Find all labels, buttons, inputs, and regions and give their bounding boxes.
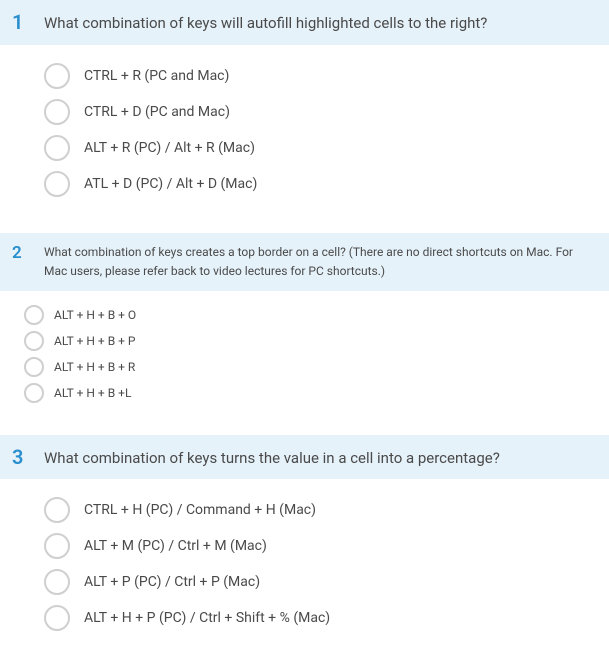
radio-icon[interactable]: [44, 497, 70, 523]
option-row[interactable]: ALT + H + P (PC) / Ctrl + Shift + % (Mac…: [44, 605, 609, 631]
radio-icon[interactable]: [44, 171, 70, 197]
option-label: ALT + H + B + P: [54, 334, 136, 348]
radio-icon[interactable]: [24, 331, 44, 351]
radio-icon[interactable]: [24, 357, 44, 377]
question-number: 2: [0, 243, 44, 263]
option-label: ALT + H + B + O: [54, 308, 136, 322]
radio-icon[interactable]: [44, 99, 70, 125]
question-header: 3What combination of keys turns the valu…: [0, 435, 609, 480]
option-label: ATL + D (PC) / Alt + D (Mac): [84, 176, 257, 192]
option-row[interactable]: ALT + H + B + R: [24, 357, 609, 377]
question-text: What combination of keys will autofill h…: [44, 10, 493, 35]
option-label: ALT + R (PC) / Alt + R (Mac): [84, 140, 255, 156]
radio-icon[interactable]: [44, 533, 70, 559]
question-number: 3: [0, 445, 44, 469]
option-row[interactable]: ATL + D (PC) / Alt + D (Mac): [44, 171, 609, 197]
radio-icon[interactable]: [44, 63, 70, 89]
option-row[interactable]: ALT + M (PC) / Ctrl + M (Mac): [44, 533, 609, 559]
option-label: ALT + M (PC) / Ctrl + M (Mac): [84, 538, 267, 554]
question-header: 2What combination of keys creates a top …: [0, 233, 609, 291]
option-row[interactable]: ALT + R (PC) / Alt + R (Mac): [44, 135, 609, 161]
option-row[interactable]: ALT + H + B + O: [24, 305, 609, 325]
radio-icon[interactable]: [44, 605, 70, 631]
option-label: CTRL + D (PC and Mac): [84, 104, 230, 120]
option-row[interactable]: ALT + P (PC) / Ctrl + P (Mac): [44, 569, 609, 595]
question-text: What combination of keys creates a top b…: [44, 243, 595, 281]
option-label: ALT + H + P (PC) / Ctrl + Shift + % (Mac…: [84, 610, 330, 626]
radio-icon[interactable]: [44, 135, 70, 161]
option-row[interactable]: CTRL + D (PC and Mac): [44, 99, 609, 125]
radio-icon[interactable]: [24, 383, 44, 403]
question-block: 3What combination of keys turns the valu…: [0, 435, 609, 648]
option-label: ALT + H + B + R: [54, 360, 135, 374]
option-label: ALT + P (PC) / Ctrl + P (Mac): [84, 574, 260, 590]
radio-icon[interactable]: [44, 569, 70, 595]
question-number: 1: [0, 10, 44, 34]
options-list: CTRL + R (PC and Mac) CTRL + D (PC and Ma…: [0, 45, 609, 213]
option-row[interactable]: ALT + H + B +L: [24, 383, 609, 403]
option-row[interactable]: ALT + H + B + P: [24, 331, 609, 351]
option-row[interactable]: CTRL + R (PC and Mac): [44, 63, 609, 89]
options-list: ALT + H + B + O ALT + H + B + P ALT + H + …: [0, 291, 609, 415]
option-label: CTRL + R (PC and Mac): [84, 68, 229, 84]
options-list: CTRL + H (PC) / Command + H (Mac) ALT + M…: [0, 479, 609, 647]
question-text: What combination of keys turns the value…: [44, 445, 506, 470]
question-block: 1What combination of keys will autofill …: [0, 0, 609, 213]
option-row[interactable]: CTRL + H (PC) / Command + H (Mac): [44, 497, 609, 523]
quiz-container: 1What combination of keys will autofill …: [0, 0, 609, 647]
radio-icon[interactable]: [24, 305, 44, 325]
question-header: 1What combination of keys will autofill …: [0, 0, 609, 45]
option-label: ALT + H + B +L: [54, 386, 131, 400]
option-label: CTRL + H (PC) / Command + H (Mac): [84, 502, 316, 518]
question-block: 2What combination of keys creates a top …: [0, 233, 609, 415]
